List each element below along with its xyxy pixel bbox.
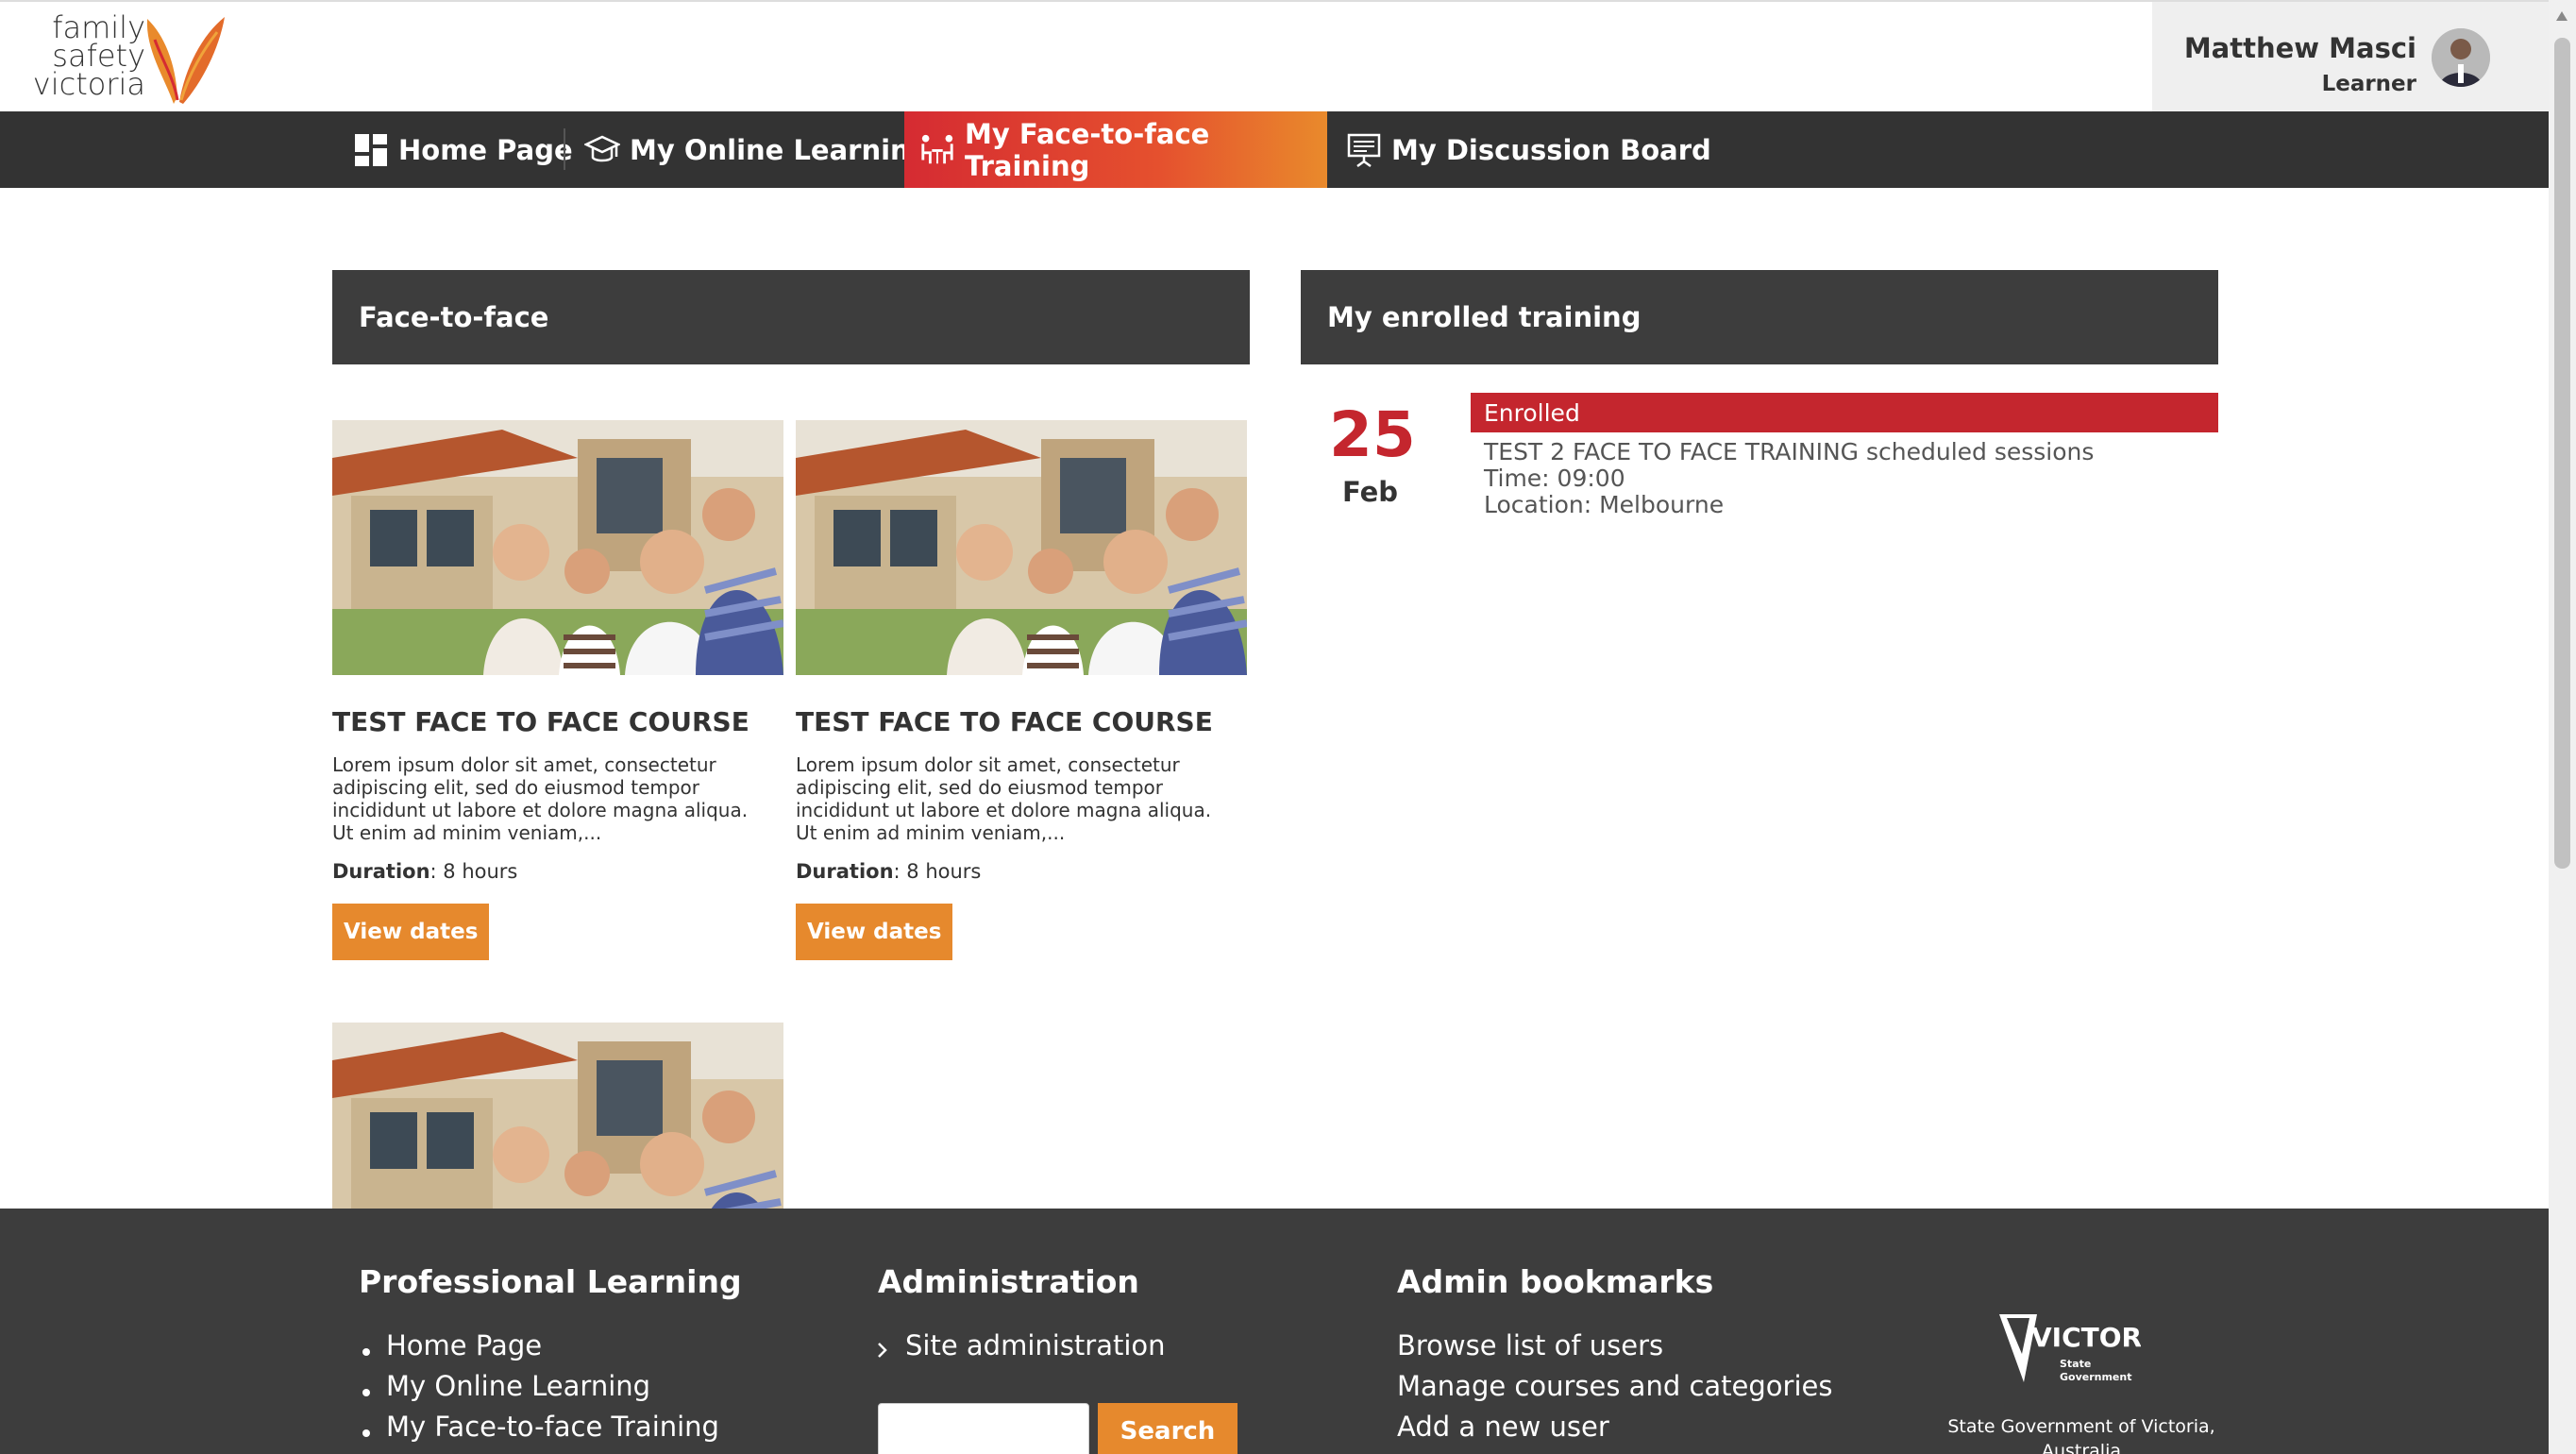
logo-text: family safety victoria [32,12,145,102]
desc-line: incididunt ut labore et dolore magna ali… [796,799,1212,821]
footer-search-button[interactable]: Search [1098,1403,1237,1454]
avatar[interactable] [2432,28,2490,87]
nav-home-page[interactable]: Home Page [338,111,588,188]
course-title[interactable]: TEST FACE TO FACE COURSE [332,706,749,737]
main-navigation: Home Page My Online Learning My Face-to-… [0,111,2549,188]
course-image[interactable] [796,420,1247,675]
view-dates-button[interactable]: View dates [796,904,953,960]
people-table-icon [919,132,955,168]
scroll-up-arrow-icon[interactable] [2556,11,2568,21]
graduation-cap-icon [584,132,620,168]
caption-line: Australia [2041,1441,2122,1454]
logo-line-3: victoria [32,66,145,102]
presentation-board-icon [1346,132,1382,168]
user-avatar-icon [2432,28,2490,87]
bullet [362,1429,370,1437]
victoria-state-government-logo[interactable]: VICTORIA State Government [1999,1307,2141,1405]
scroll-thumb[interactable] [2554,38,2570,869]
desc-line: Ut enim ad minim veniam,... [796,821,1066,844]
site-footer: Professional Learning Home Page My Onlin… [0,1209,2549,1454]
nav-label: My Online Learning [630,133,930,166]
course-image[interactable] [332,420,783,675]
victoria-government: Government [2060,1371,2131,1383]
status-label: Enrolled [1484,398,1580,427]
session-title-link[interactable]: TEST 2 FACE TO FACE TRAINING scheduled s… [1484,438,2094,465]
footer-link-home-page[interactable]: Home Page [386,1329,542,1361]
view-dates-button[interactable]: View dates [332,904,490,960]
family-photo [332,420,783,675]
footer-search-input[interactable] [878,1403,1089,1454]
session-time: Time: 09:00 [1484,465,1625,492]
panel-title: Face-to-face [359,301,549,333]
nav-label: Home Page [398,133,573,166]
course-title[interactable]: TEST FACE TO FACE COURSE [796,706,1213,737]
bullet [362,1348,370,1356]
desc-line: adipiscing elit, sed do eiusmod tempor [796,776,1164,799]
session-month: Feb [1342,476,1399,508]
victoria-wordmark: VICTORIA [2031,1322,2141,1353]
dashboard-icon [353,132,389,168]
butterfly-logo-icon [146,17,225,104]
duration-label: Duration [796,860,894,883]
duration-value: : 8 hours [893,860,982,883]
caption-line: State Government of Victoria, [1947,1416,2215,1437]
course-image[interactable] [332,1023,783,1209]
course-description: Lorem ipsum dolor sit amet, consectetur … [796,753,1239,844]
victoria-state: State [2060,1358,2091,1370]
desc-line: Lorem ipsum dolor sit amet, consectetur [796,753,1180,776]
desc-line: Lorem ipsum dolor sit amet, consectetur [332,753,716,776]
panel-title: My enrolled training [1327,301,1642,333]
nav-my-online-learning[interactable]: My Online Learning [569,111,944,188]
chevron-right-icon [878,1343,887,1358]
my-enrolled-training-heading: My enrolled training [1301,270,2218,364]
course-description: Lorem ipsum dolor sit amet, consectetur … [332,753,776,844]
page: family safety victoria Matthew Masci Lea… [0,0,2576,1454]
site-header: family safety victoria Matthew Masci Lea… [0,0,2549,113]
footer-link-add-new-user[interactable]: Add a new user [1397,1411,1609,1443]
victoria-caption: State Government of Victoria, Australia [1945,1414,2218,1454]
user-name: Matthew Masci [2183,32,2416,64]
nav-label: My Face-to-face Training [965,117,1210,182]
family-safety-victoria-logo[interactable]: family safety victoria [32,9,230,108]
session-day: 25 [1329,398,1416,471]
duration-label: Duration [332,860,430,883]
face-to-face-heading: Face-to-face [332,270,1250,364]
nav-label: My Discussion Board [1391,133,1711,166]
nav-my-discussion-board[interactable]: My Discussion Board [1331,111,1726,188]
enrolled-status-badge: Enrolled [1471,393,2218,432]
footer-link-browse-users[interactable]: Browse list of users [1397,1329,1663,1361]
footer-link-my-online-learning[interactable]: My Online Learning [386,1370,650,1402]
session-location: Location: Melbourne [1484,491,1725,518]
nav-divider [564,128,565,170]
course-duration: Duration: 8 hours [796,860,981,883]
footer-link-my-face-to-face-training[interactable]: My Face-to-face Training [386,1411,719,1443]
nav-my-face-to-face-training[interactable]: My Face-to-face Training [904,111,1327,188]
user-menu[interactable]: Matthew Masci Learner [2152,2,2549,113]
user-role: Learner [2321,72,2416,96]
desc-line: Ut enim ad minim veniam,... [332,821,602,844]
footer-link-manage-courses[interactable]: Manage courses and categories [1397,1370,1832,1402]
footer-professional-learning-heading: Professional Learning [359,1263,742,1300]
footer-admin-bookmarks-heading: Admin bookmarks [1397,1263,1714,1300]
family-photo [332,1023,783,1209]
duration-value: : 8 hours [429,860,518,883]
desc-line: adipiscing elit, sed do eiusmod tempor [332,776,700,799]
family-photo [796,420,1247,675]
vertical-scrollbar[interactable] [2549,0,2576,1454]
desc-line: incididunt ut labore et dolore magna ali… [332,799,749,821]
bullet [362,1389,370,1396]
course-duration: Duration: 8 hours [332,860,517,883]
footer-link-site-administration[interactable]: Site administration [905,1329,1166,1361]
footer-administration-heading: Administration [878,1263,1139,1300]
